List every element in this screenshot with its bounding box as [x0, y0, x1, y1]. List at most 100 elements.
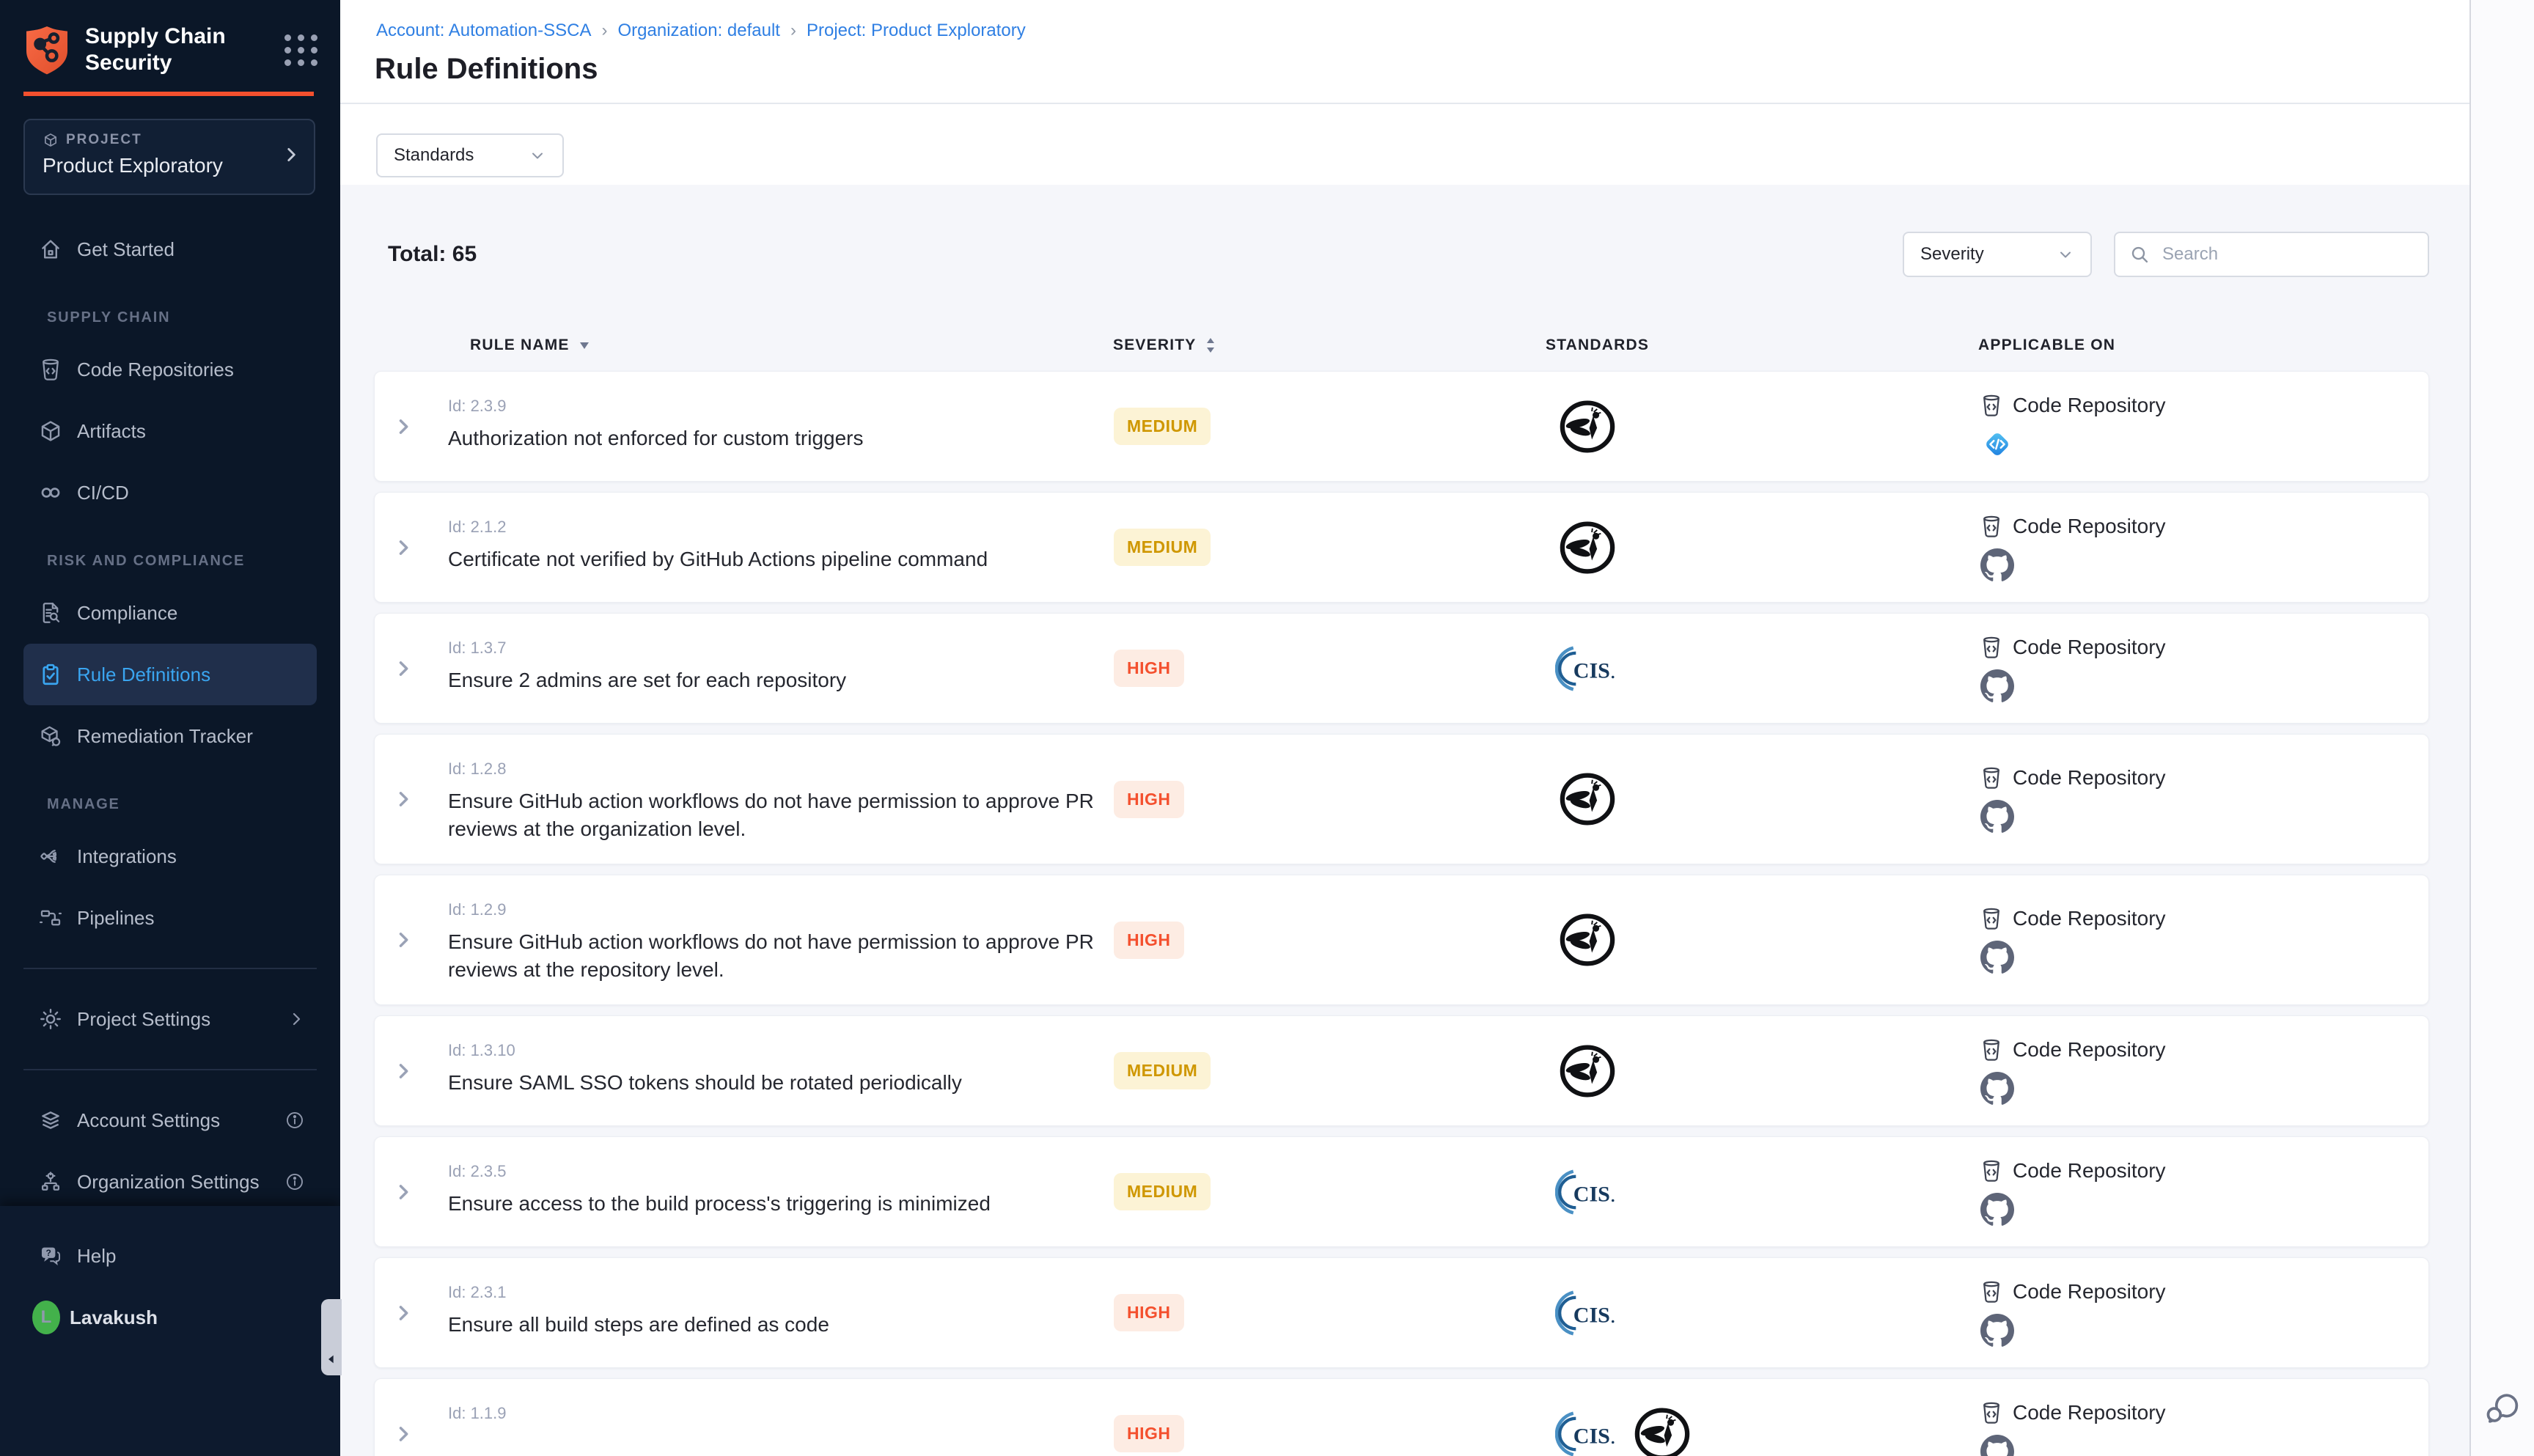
sidebar-item-organization-settings[interactable]: Organization Settings: [23, 1151, 317, 1213]
owasp-standard-icon: [1555, 768, 1620, 830]
owasp-standard-icon: [1555, 909, 1620, 971]
code-repository-icon: [1979, 513, 2004, 540]
user-avatar: L: [32, 1301, 60, 1334]
rules-list: Id: 2.3.9 Authorization not enforced for…: [374, 371, 2429, 1456]
github-provider-icon: [1980, 1435, 2014, 1456]
github-provider-icon: [1980, 941, 2014, 974]
owasp-standard-icon: [1555, 1040, 1620, 1102]
total-count: Total: 65: [388, 242, 477, 267]
breadcrumb: Account: Automation-SSCA Organization: d…: [376, 21, 1026, 41]
github-provider-icon: [1980, 800, 2014, 834]
svg-text:CIS: CIS: [1573, 1302, 1610, 1327]
sidebar-item-get-started[interactable]: Get Started: [23, 218, 317, 280]
table-row[interactable]: Id: 2.3.5 Ensure access to the build pro…: [374, 1136, 2429, 1247]
sidebar-item-rule-definitions[interactable]: Rule Definitions: [23, 644, 317, 705]
row-expand-chevron-icon[interactable]: [375, 735, 448, 864]
integrations-icon: [37, 844, 65, 869]
sidebar-collapse-handle[interactable]: [321, 1299, 342, 1375]
provider-icon-slot: [1980, 1193, 2428, 1227]
breadcrumb-project-link[interactable]: Project: Product Exploratory: [807, 21, 1026, 41]
sidebar-item-project-settings[interactable]: Project Settings: [23, 988, 317, 1050]
chat-bubbles-icon: [2481, 1389, 2522, 1430]
row-expand-chevron-icon[interactable]: [375, 1016, 448, 1125]
chevron-left-icon: [326, 1353, 337, 1365]
provider-icon-slot: [1980, 1072, 2428, 1106]
code-repository-icon-slot: [1979, 905, 2004, 932]
search-input[interactable]: [2161, 243, 2414, 265]
table-row[interactable]: Id: 1.1.9 HIGH CIS Code Repositor: [374, 1378, 2429, 1456]
code-repository-icon-slot: [1979, 634, 2004, 661]
breadcrumb-organization-link[interactable]: Organization: default: [617, 21, 779, 41]
standards-filter-dropdown[interactable]: Standards: [376, 133, 564, 177]
row-expand-chevron-icon[interactable]: [375, 1258, 448, 1367]
table-row[interactable]: Id: 2.1.2 Certificate not verified by Gi…: [374, 492, 2429, 603]
standards-cell: CIS: [1546, 1137, 1979, 1246]
sidebar-item-compliance[interactable]: Compliance: [23, 582, 317, 644]
rule-name: Ensure SAML SSO tokens should be rotated…: [448, 1069, 1108, 1097]
github-provider-icon: [1980, 1072, 2014, 1106]
rule-name: Ensure all build steps are defined as co…: [448, 1311, 1108, 1339]
cis-standard-icon: CIS: [1555, 1166, 1623, 1218]
svg-text:CIS: CIS: [1573, 658, 1610, 683]
severity-badge: HIGH: [1114, 1415, 1184, 1452]
rule-name: Ensure access to the build process's tri…: [448, 1190, 1108, 1218]
sidebar-item-help[interactable]: ? Help: [23, 1225, 317, 1287]
chevron-right-icon: [287, 1010, 305, 1028]
severity-column-header[interactable]: SEVERITY: [1113, 337, 1546, 354]
standards-cell: CIS: [1546, 1258, 1979, 1367]
row-expand-chevron-icon[interactable]: [375, 1379, 448, 1456]
table-header-row: RULE NAME SEVERITY STANDARDS APPLICABLE …: [374, 320, 2429, 371]
table-row[interactable]: Id: 1.3.7 Ensure 2 admins are set for ea…: [374, 613, 2429, 724]
code-repository-icon-slot: [1979, 1158, 2004, 1184]
project-selector[interactable]: PROJECT Product Exploratory: [23, 119, 315, 195]
code-repository-icon: [1979, 634, 2004, 661]
sidebar-user[interactable]: L Lavakush: [23, 1287, 317, 1348]
standards-column-header: STANDARDS: [1546, 337, 1978, 354]
user-name: Lavakush: [70, 1306, 158, 1329]
applicable-on-label: Code Repository: [2013, 1401, 2166, 1424]
table-row[interactable]: Id: 2.3.1 Ensure all build steps are def…: [374, 1257, 2429, 1368]
severity-filter-dropdown[interactable]: Severity: [1903, 232, 2092, 277]
code-repository-icon: [1979, 1400, 2004, 1426]
row-expand-chevron-icon[interactable]: [375, 493, 448, 602]
chevron-down-icon: [2057, 246, 2074, 263]
table-row[interactable]: Id: 2.3.9 Authorization not enforced for…: [374, 371, 2429, 482]
github-provider-icon: [1980, 669, 2014, 703]
github-provider-icon: [1980, 1314, 2014, 1347]
row-expand-chevron-icon[interactable]: [375, 875, 448, 1004]
code-repository-icon-slot: [1979, 1037, 2004, 1063]
sidebar-item-pipelines[interactable]: Pipelines: [23, 887, 317, 949]
sidebar-item-account-settings[interactable]: Account Settings: [23, 1089, 317, 1151]
sidebar-item-cicd[interactable]: CI/CD: [23, 462, 317, 523]
sidebar-item-artifacts[interactable]: Artifacts: [23, 400, 317, 462]
table-row[interactable]: Id: 1.2.8 Ensure GitHub action workflows…: [374, 734, 2429, 864]
sidebar-item-integrations[interactable]: Integrations: [23, 826, 317, 887]
rule-id: Id: 1.2.9: [448, 900, 1114, 919]
github-provider-icon: [1980, 548, 2014, 582]
code-repository-icon: [1979, 765, 2004, 791]
rule-name-column-header[interactable]: RULE NAME: [374, 337, 1113, 354]
table-row[interactable]: Id: 1.2.9 Ensure GitHub action workflows…: [374, 875, 2429, 1005]
rule-name: Ensure GitHub action workflows do not ha…: [448, 928, 1108, 984]
app-switcher-grid-icon[interactable]: [284, 34, 318, 66]
rule-name: Ensure GitHub action workflows do not ha…: [448, 787, 1108, 843]
row-expand-chevron-icon[interactable]: [375, 614, 448, 723]
rule-name: Authorization not enforced for custom tr…: [448, 424, 1108, 452]
support-chat-button[interactable]: [2481, 1389, 2522, 1430]
sidebar-item-code-repositories[interactable]: Code Repositories: [23, 339, 317, 400]
section-risk-compliance: RISK AND COMPLIANCE: [0, 540, 340, 582]
breadcrumb-account-link[interactable]: Account: Automation-SSCA: [376, 21, 591, 41]
rule-id: Id: 1.3.7: [448, 639, 1114, 658]
sidebar-item-remediation-tracker[interactable]: Remediation Tracker: [23, 705, 317, 767]
cis-standard-icon: CIS: [1555, 643, 1623, 694]
section-manage: MANAGE: [0, 783, 340, 826]
section-supply-chain: SUPPLY CHAIN: [0, 296, 340, 339]
row-expand-chevron-icon[interactable]: [375, 372, 448, 481]
row-expand-chevron-icon[interactable]: [375, 1137, 448, 1246]
sidebar-footer: ? Help L Lavakush: [0, 1206, 340, 1456]
table-row[interactable]: Id: 1.3.10 Ensure SAML SSO tokens should…: [374, 1015, 2429, 1126]
home-icon: [37, 237, 65, 262]
info-icon: [284, 1172, 305, 1192]
rule-name: Certificate not verified by GitHub Actio…: [448, 545, 1108, 573]
github-provider-icon: [1980, 1193, 2014, 1227]
